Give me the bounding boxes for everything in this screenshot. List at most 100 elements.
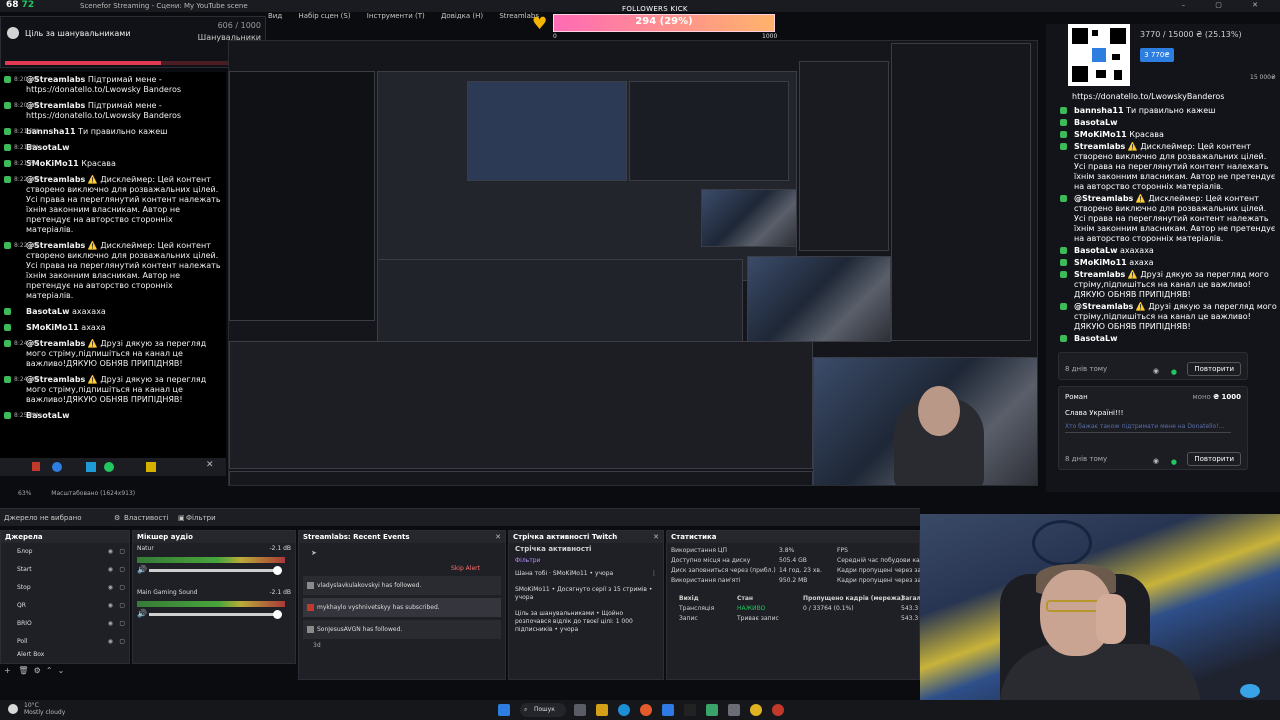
donation-amount-button[interactable]: 3 770₴ bbox=[1140, 48, 1174, 62]
volume-slider[interactable] bbox=[149, 566, 282, 575]
filter-icon[interactable]: ▣ bbox=[178, 514, 185, 522]
donation-chat-user: BasotaLw bbox=[1074, 334, 1118, 343]
speaker-icon[interactable]: 🔊 bbox=[137, 609, 147, 618]
source-item[interactable]: Poll ◉ ▢ bbox=[1, 633, 129, 651]
source-item[interactable]: BRIO ◉ ▢ bbox=[1, 615, 129, 633]
weather-widget[interactable]: 10°C Mostly cloudy bbox=[24, 702, 65, 716]
app-icon-2[interactable] bbox=[728, 704, 740, 716]
filters-button[interactable]: Фільтри bbox=[186, 514, 216, 522]
donation-when: 8 днів тому bbox=[1065, 365, 1108, 373]
menu-item-help[interactable]: Довідка (H) bbox=[441, 12, 483, 20]
telegram-icon[interactable] bbox=[662, 704, 674, 716]
window-controls[interactable]: – ▢ ✕ bbox=[1182, 1, 1272, 9]
close-icon[interactable]: ✕ bbox=[495, 531, 501, 543]
badge-icon bbox=[1060, 271, 1067, 278]
explorer-icon[interactable] bbox=[596, 704, 608, 716]
eye-icon[interactable]: ◉ bbox=[108, 579, 113, 597]
source-item[interactable]: Alert Box bbox=[1, 651, 129, 659]
edge-icon[interactable] bbox=[618, 704, 630, 716]
eye-icon[interactable]: ◉ bbox=[108, 633, 113, 651]
remove-icon[interactable]: 🗑 bbox=[18, 666, 28, 675]
lock-icon[interactable]: ▢ bbox=[119, 633, 125, 651]
eye-icon[interactable]: ◉ bbox=[108, 543, 113, 561]
repeat-button[interactable]: Повторити bbox=[1187, 452, 1241, 466]
chrome-icon[interactable] bbox=[750, 704, 762, 716]
properties-button[interactable]: Властивості bbox=[124, 514, 168, 522]
stream-preview[interactable] bbox=[228, 40, 1038, 486]
obs-icon[interactable] bbox=[684, 704, 696, 716]
twitch-chat-overlay: 8:20 PM @Streamlabs Підтримай мене - http… bbox=[0, 72, 226, 458]
source-name: Блор bbox=[17, 548, 33, 555]
add-icon[interactable]: + bbox=[4, 666, 11, 675]
slider-knob[interactable] bbox=[273, 610, 282, 619]
taskview-icon[interactable] bbox=[574, 704, 586, 716]
repeat-button[interactable]: Повторити bbox=[1187, 362, 1241, 376]
send-icon[interactable]: ➤ bbox=[311, 549, 317, 557]
start-icon[interactable] bbox=[498, 704, 510, 716]
close-icon[interactable]: ✕ bbox=[653, 531, 659, 543]
badge-icon bbox=[1060, 303, 1067, 310]
badge-icon bbox=[4, 242, 11, 249]
source-item[interactable]: QR ◉ ▢ bbox=[1, 597, 129, 615]
gear-icon[interactable]: ⚙ bbox=[114, 514, 120, 522]
eye-icon[interactable]: ◉ bbox=[108, 597, 113, 615]
gear-icon[interactable]: ⚙ bbox=[34, 666, 41, 675]
source-item[interactable]: Блор ◉ ▢ bbox=[1, 543, 129, 561]
skip-alert-button[interactable]: Skip Alert bbox=[451, 565, 480, 572]
mixer-channel-db: -2.1 dB bbox=[269, 589, 291, 596]
eye-icon[interactable]: ◉ bbox=[1153, 457, 1159, 465]
search-box[interactable]: ⌕ Пошук bbox=[520, 703, 566, 717]
badge-icon bbox=[1060, 195, 1067, 202]
webcam-feed bbox=[920, 514, 1280, 720]
chat-text: Красава bbox=[81, 159, 116, 168]
lock-icon[interactable]: ▢ bbox=[119, 579, 125, 597]
eye-icon[interactable]: ◉ bbox=[1153, 367, 1159, 375]
lock-icon[interactable]: ▢ bbox=[119, 597, 125, 615]
weather-icon[interactable] bbox=[8, 704, 18, 714]
speaker-icon[interactable]: 🔊 bbox=[137, 565, 147, 574]
menu-item-view[interactable]: Вид bbox=[268, 12, 282, 20]
kick-goal-caption: FOLLOWERS KICK bbox=[622, 5, 688, 13]
activity-text: SMoKiMo11 • Досягнуто серії з 15 стримів… bbox=[515, 586, 653, 601]
donation-chat-user: @Streamlabs bbox=[1074, 194, 1134, 203]
check-icon[interactable]: ● bbox=[1171, 368, 1177, 376]
firefox-icon[interactable] bbox=[640, 704, 652, 716]
donation-url[interactable]: https://donatello.to/LwowskyBanderos bbox=[1072, 92, 1272, 101]
weather-desc: Mostly cloudy bbox=[24, 709, 66, 716]
check-icon[interactable]: ● bbox=[1171, 458, 1177, 466]
app-icon[interactable] bbox=[706, 704, 718, 716]
eye-icon[interactable]: ◉ bbox=[108, 615, 113, 633]
more-icon[interactable]: ⋮ bbox=[651, 570, 657, 578]
eye-icon[interactable]: ◉ bbox=[108, 561, 113, 579]
source-item[interactable]: Start ◉ ▢ bbox=[1, 561, 129, 579]
heart-outline-icon bbox=[7, 27, 19, 39]
lock-icon[interactable]: ▢ bbox=[119, 543, 125, 561]
menu-item-tools[interactable]: Інструменти (T) bbox=[367, 12, 425, 20]
move-up-icon[interactable]: ⌃ bbox=[46, 666, 53, 675]
volume-slider[interactable] bbox=[149, 610, 282, 619]
menu-item-scene-collection[interactable]: Набір сцен (S) bbox=[298, 12, 350, 20]
source-item[interactable]: Stop ◉ ▢ bbox=[1, 579, 129, 597]
activity-filters[interactable]: Фільтри bbox=[509, 555, 663, 566]
move-down-icon[interactable]: ⌄ bbox=[58, 666, 65, 675]
activity-item: Шана тобі · SMoKiMo11 • учора ⋮ bbox=[509, 566, 663, 582]
close-icon[interactable]: ✕ bbox=[206, 460, 214, 470]
slider-knob[interactable] bbox=[273, 566, 282, 575]
lock-icon[interactable]: ▢ bbox=[119, 561, 125, 579]
qr-module bbox=[1096, 70, 1106, 78]
taskbar: 10°C Mostly cloudy ⌕ Пошук bbox=[0, 700, 1280, 720]
emote-icon[interactable] bbox=[52, 462, 62, 472]
filter-icon[interactable] bbox=[86, 462, 96, 472]
stats-out-status: НАЖИВО bbox=[737, 605, 766, 612]
brush-icon[interactable] bbox=[146, 462, 156, 472]
record-icon[interactable] bbox=[772, 704, 784, 716]
donation-message: Слава Україні!!! bbox=[1065, 409, 1124, 417]
stats-key: Диск заповниться через (прибл.) bbox=[671, 567, 776, 574]
stats-dock: Статистика Використання ЦП 3.8% FPS Доступ… bbox=[666, 530, 944, 680]
pause-icon[interactable] bbox=[32, 462, 40, 471]
green-icon[interactable] bbox=[104, 462, 114, 472]
lock-icon[interactable]: ▢ bbox=[119, 615, 125, 633]
chat-time: 8:24 PM bbox=[14, 376, 39, 383]
chat-time: 8:20 PM bbox=[14, 102, 39, 109]
qr-finder bbox=[1072, 66, 1088, 82]
